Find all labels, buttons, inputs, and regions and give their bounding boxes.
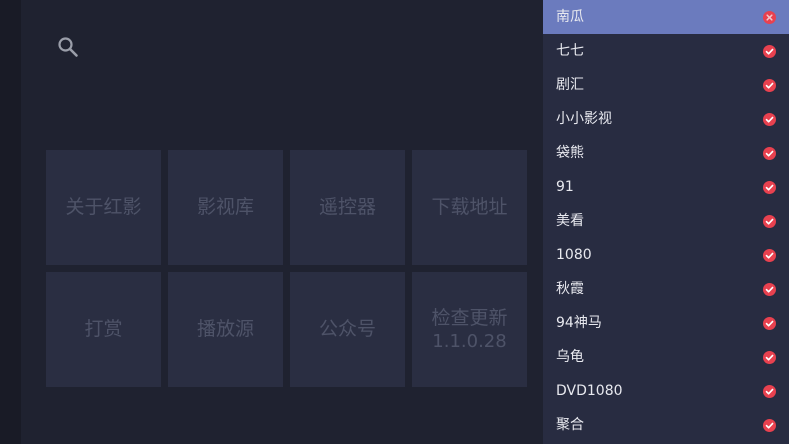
tile-download[interactable]: 下载地址 [412, 150, 527, 265]
tile-check-update[interactable]: 检查更新 1.1.0.28 [412, 272, 527, 387]
source-item-label: 94神马 [556, 315, 602, 331]
tile-about-label: 关于红影 [65, 196, 142, 218]
source-item-label: 剧汇 [556, 77, 584, 93]
check-icon [763, 215, 776, 228]
tile-sources[interactable]: 播放源 [168, 272, 283, 387]
tile-sources-label: 播放源 [196, 318, 254, 340]
source-list-item[interactable]: 94神马 [543, 306, 789, 340]
source-list-item[interactable]: 小小影视 [543, 102, 789, 136]
source-item-label: 小小影视 [556, 111, 612, 127]
source-list-panel: 南瓜七七剧汇小小影视袋熊 91 美看 1080 秋霞 94神马乌龟 DVD1080 聚合 [543, 0, 789, 444]
check-icon [763, 283, 776, 296]
check-icon [763, 45, 776, 58]
check-icon [763, 419, 776, 432]
tile-check-update-label: 检查更新 [431, 306, 508, 329]
check-icon [763, 249, 776, 262]
search-icon [58, 37, 78, 57]
source-list-item[interactable]: 南瓜 [543, 0, 789, 34]
selected-indicator-icon [763, 11, 776, 24]
source-item-label: DVD1080 [556, 383, 623, 399]
check-icon [763, 113, 776, 126]
tile-remote[interactable]: 遥控器 [290, 150, 405, 265]
source-list-item[interactable]: 美看 [543, 204, 789, 238]
tile-about[interactable]: 关于红影 [46, 150, 161, 265]
check-icon [763, 79, 776, 92]
check-icon [763, 351, 776, 364]
source-item-label: 聚合 [556, 417, 584, 433]
source-list-item[interactable]: 剧汇 [543, 68, 789, 102]
source-item-label: 1080 [556, 247, 592, 263]
tile-official-account-label: 公众号 [318, 318, 376, 340]
check-icon [763, 147, 776, 160]
search-button[interactable] [52, 31, 84, 63]
tile-library[interactable]: 影视库 [168, 150, 283, 265]
check-icon [763, 385, 776, 398]
source-list-item[interactable]: 袋熊 [543, 136, 789, 170]
source-list-item[interactable]: 七七 [543, 34, 789, 68]
tile-official-account[interactable]: 公众号 [290, 272, 405, 387]
source-list-item[interactable]: 乌龟 [543, 340, 789, 374]
source-item-label: 美看 [556, 213, 584, 229]
source-list-item[interactable]: DVD1080 [543, 374, 789, 408]
tile-tip[interactable]: 打赏 [46, 272, 161, 387]
source-list-item[interactable]: 1080 [543, 238, 789, 272]
source-list-item[interactable]: 91 [543, 170, 789, 204]
tile-library-label: 影视库 [196, 196, 254, 218]
tile-download-label: 下载地址 [431, 196, 508, 218]
tile-check-update-version: 1.1.0.28 [432, 330, 507, 352]
source-item-label: 南瓜 [556, 9, 584, 25]
source-item-label: 91 [556, 179, 574, 195]
check-icon [763, 181, 776, 194]
screen: 关于红影 影视库 遥控器 下载地址 打赏 播放源 公众号 检查更新 1.1.0.… [0, 0, 789, 444]
source-list-item[interactable]: 秋霞 [543, 272, 789, 306]
source-item-label: 秋霞 [556, 281, 584, 297]
source-item-label: 乌龟 [556, 349, 584, 365]
tile-tip-label: 打赏 [84, 318, 123, 340]
source-list-item[interactable]: 聚合 [543, 408, 789, 442]
tile-remote-label: 遥控器 [318, 196, 376, 218]
source-item-label: 袋熊 [556, 145, 584, 161]
source-item-label: 七七 [556, 43, 584, 59]
left-edge-strip [0, 0, 21, 444]
check-icon [763, 317, 776, 330]
